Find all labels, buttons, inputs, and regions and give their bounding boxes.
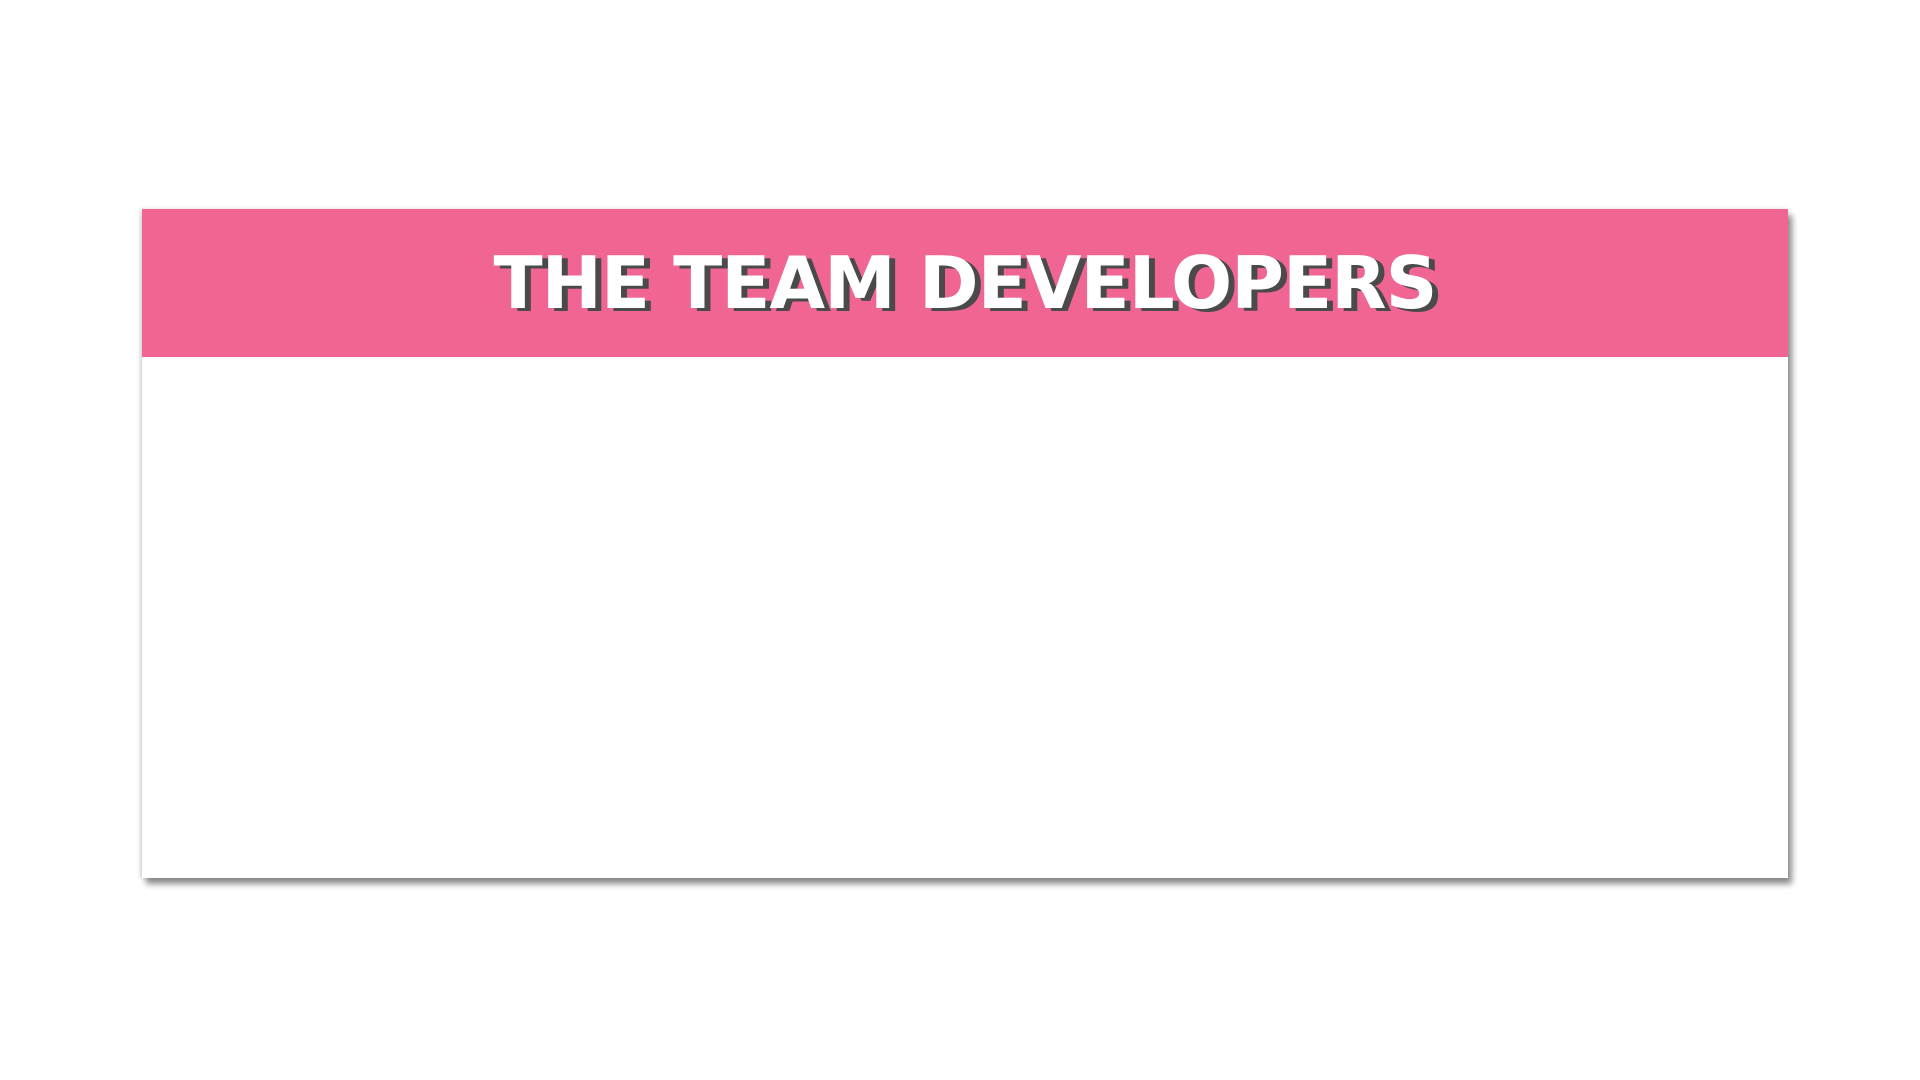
card-body [142,357,1788,878]
team-card: THE TEAM DEVELOPERS [142,209,1788,878]
banner-title: THE TEAM DEVELOPERS [493,241,1438,325]
title-banner: THE TEAM DEVELOPERS [142,209,1788,357]
